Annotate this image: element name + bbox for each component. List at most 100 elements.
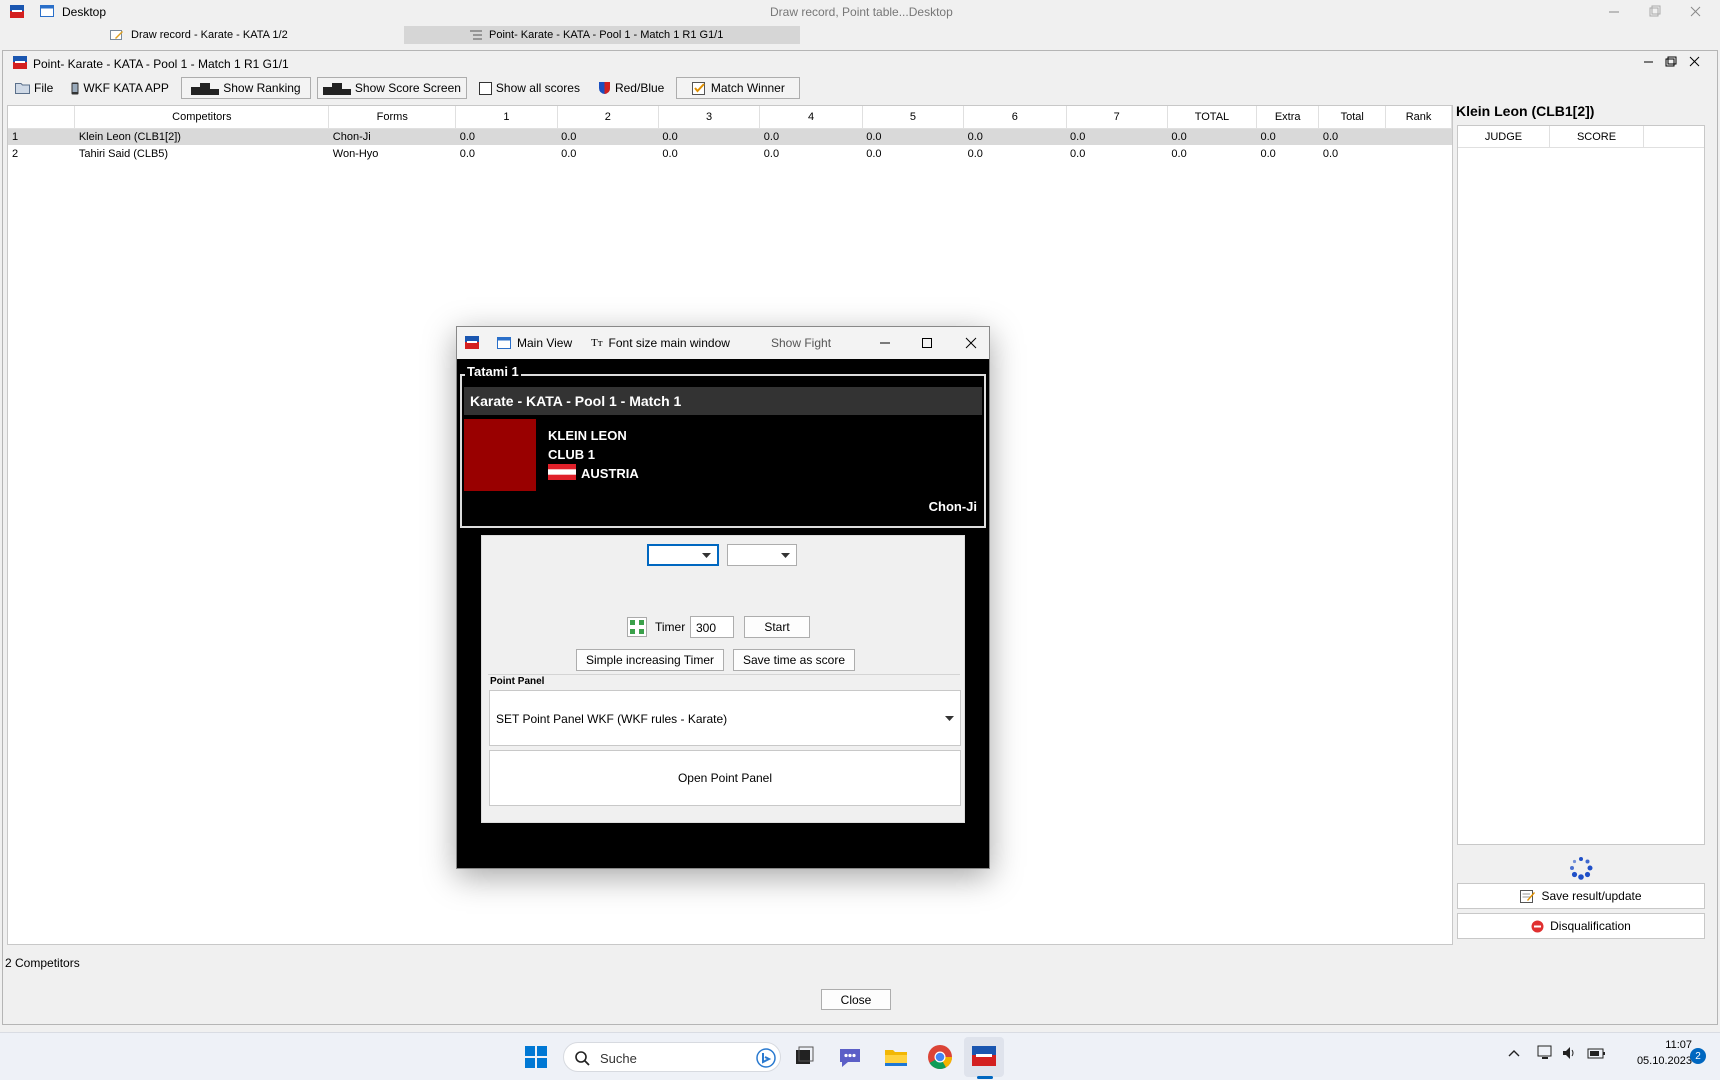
save-time-button[interactable]: Save time as score: [733, 649, 855, 671]
notification-badge[interactable]: 2: [1690, 1048, 1706, 1064]
restore-button[interactable]: [1663, 55, 1679, 69]
font-size-menu[interactable]: Tт Font size main window: [591, 336, 730, 350]
volume-icon[interactable]: [1561, 1045, 1577, 1061]
app-taskbar-icon[interactable]: [970, 1043, 998, 1071]
chrome-icon[interactable]: [926, 1043, 954, 1071]
match-winner-label: Match Winner: [710, 81, 785, 95]
search-placeholder: Suche: [600, 1051, 637, 1066]
disqualification-button[interactable]: Disqualification: [1457, 913, 1705, 939]
save-result-button[interactable]: Save result/update: [1457, 883, 1705, 909]
score-cell[interactable]: 0.0: [455, 128, 558, 145]
minimize-button[interactable]: [1604, 3, 1624, 21]
point-panel-groupbox: [488, 674, 960, 675]
wkf-kata-app-label: WKF KATA APP: [83, 81, 169, 95]
battery-icon[interactable]: [1587, 1045, 1607, 1061]
show-fight-menu[interactable]: Show Fight: [771, 336, 831, 350]
score-cell[interactable]: 0.0: [658, 145, 759, 162]
file-explorer-icon[interactable]: [882, 1043, 910, 1071]
score-cell[interactable]: 0.0: [1066, 128, 1168, 145]
extra-cell[interactable]: 0.0: [1256, 145, 1318, 162]
column-header[interactable]: 5: [862, 106, 965, 129]
restore-button[interactable]: [1644, 3, 1664, 21]
score-cell[interactable]: 0.0: [963, 128, 1067, 145]
close-window-button[interactable]: [1686, 3, 1706, 21]
score-cell[interactable]: 0.0: [964, 145, 1066, 162]
extra-cell[interactable]: 0.0: [1256, 128, 1319, 145]
wkf-kata-app-button[interactable]: WKF KATA APP: [65, 77, 175, 99]
app-logo-icon: [465, 336, 479, 349]
row-number: 2: [12, 147, 19, 160]
show-score-screen-button[interactable]: Show Score Screen: [316, 77, 467, 99]
teams-chat-icon[interactable]: [836, 1043, 864, 1071]
score-screen-dialog: Main View Tт Font size main window Show …: [456, 326, 990, 869]
desktop-title: Desktop: [62, 5, 107, 19]
tab-draw-record[interactable]: Draw record - Karate - KATA 1/2: [102, 26, 302, 44]
checkbox[interactable]: [478, 81, 492, 95]
red-blue-button[interactable]: Red/Blue: [592, 77, 670, 99]
score-cell[interactable]: 0.0: [456, 145, 557, 162]
show-all-scores-label: Show all scores: [495, 81, 580, 95]
match-winner-button[interactable]: Match Winner: [676, 77, 801, 99]
start-button[interactable]: Start: [744, 616, 810, 638]
point-panel-select-value: SET Point Panel WKF (WKF rules - Karate): [496, 712, 728, 726]
close-dialog-button[interactable]: [963, 335, 979, 351]
minimize-button[interactable]: [877, 335, 893, 351]
show-ranking-button[interactable]: Show Ranking: [180, 77, 311, 99]
column-header[interactable]: [8, 106, 76, 129]
chevron-up-icon[interactable]: [1508, 1049, 1520, 1057]
clock-date[interactable]: 05.10.2023: [1618, 1055, 1692, 1067]
column-header[interactable]: 1: [455, 106, 558, 129]
minimize-button[interactable]: [1641, 55, 1657, 69]
column-header[interactable]: 4: [759, 106, 863, 129]
column-header[interactable]: 7: [1066, 106, 1168, 129]
network-icon[interactable]: [1537, 1045, 1555, 1061]
column-header[interactable]: Rank: [1385, 106, 1452, 129]
column-header[interactable]: 6: [963, 106, 1067, 129]
search-box[interactable]: Suche: [563, 1042, 781, 1072]
column-header[interactable]: 2: [557, 106, 659, 129]
column-header[interactable]: Total: [1318, 106, 1387, 129]
column-header[interactable]: Competitors: [74, 106, 330, 129]
point-panel-select[interactable]: SET Point Panel WKF (WKF rules - Karate): [489, 690, 961, 746]
column-header[interactable]: Extra: [1256, 106, 1320, 129]
task-view-icon[interactable]: [790, 1043, 818, 1071]
score-cell[interactable]: 0.0: [862, 128, 964, 145]
main-view-menu[interactable]: Main View: [497, 336, 572, 350]
score-cell[interactable]: 0.0: [862, 145, 963, 162]
fullscreen-icon[interactable]: [627, 617, 647, 637]
open-point-panel-button[interactable]: Open Point Panel: [489, 750, 961, 806]
timer-select-2[interactable]: [727, 544, 797, 566]
table-header-row: Competitors Forms 1 2 3 4 5 6 7 TOTAL Ex…: [8, 106, 1452, 129]
score-cell[interactable]: 0.0: [760, 145, 862, 162]
show-all-scores-toggle[interactable]: Show all scores: [473, 77, 586, 99]
simple-timer-button[interactable]: Simple increasing Timer: [576, 649, 724, 671]
score-cell[interactable]: 0.0: [557, 128, 659, 145]
column-header[interactable]: TOTAL: [1167, 106, 1257, 129]
judge-column-header[interactable]: JUDGE: [1458, 126, 1550, 148]
column-header[interactable]: 3: [658, 106, 761, 129]
maximize-button[interactable]: [919, 335, 935, 351]
close-button[interactable]: Close: [821, 989, 891, 1010]
desktop-titlebar: Desktop Draw record, Point table...Deskt…: [0, 0, 1720, 24]
score-cell[interactable]: 0.0: [1066, 145, 1167, 162]
start-menu-windows-icon[interactable]: [522, 1043, 550, 1071]
score-cell[interactable]: 0.0: [658, 128, 760, 145]
column-header[interactable]: Forms: [328, 106, 457, 129]
score-cell[interactable]: 0.0: [557, 145, 658, 162]
table-row[interactable]: 2 Tahiri Said (CLB5) Won-Hyo 0.0 0.0 0.0…: [8, 145, 1452, 162]
score-cell[interactable]: 0.0: [759, 128, 863, 145]
window-icon: [40, 5, 54, 17]
total-cell: 0.0: [1167, 128, 1257, 145]
search-icon: [574, 1050, 590, 1066]
tab-point-table[interactable]: Point- Karate - KATA - Pool 1 - Match 1 …: [404, 26, 800, 44]
file-menu[interactable]: File: [9, 77, 59, 99]
timer-input[interactable]: 300: [690, 616, 734, 638]
clock-time[interactable]: 11:07: [1618, 1039, 1692, 1051]
red-blue-label: Red/Blue: [614, 81, 665, 95]
judge-score-table[interactable]: JUDGE SCORE: [1457, 125, 1705, 845]
timer-select-1[interactable]: [647, 544, 719, 566]
table-row[interactable]: 1 Klein Leon (CLB1[2]) Chon-Ji 0.0 0.0 0…: [8, 128, 1452, 145]
loading-spinner-icon: [1568, 855, 1594, 881]
close-window-button[interactable]: [1687, 55, 1703, 69]
score-column-header[interactable]: SCORE: [1550, 126, 1644, 148]
